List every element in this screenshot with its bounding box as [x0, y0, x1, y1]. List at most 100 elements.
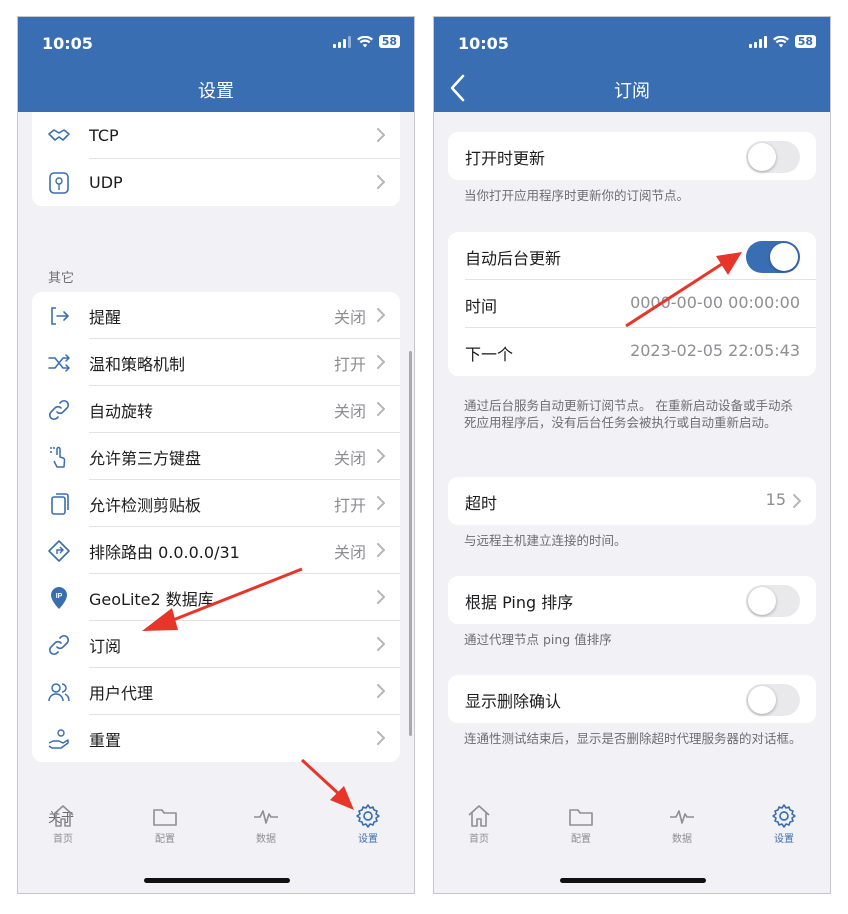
delete-confirm-footer: 连通性测试结束后，显示是否删除超时代理服务器的对话框。 [464, 731, 802, 746]
open-update-toggle[interactable] [746, 141, 800, 173]
tab-label: 配置 [155, 834, 175, 845]
clipboard-icon [46, 491, 72, 517]
settings-item-label: 温和策略机制 [89, 354, 186, 374]
network-item-label: UDP [89, 173, 123, 192]
status-time: 10:05 [42, 34, 93, 53]
auto-update-footer: 通过后台服务自动更新订阅节点。 在重新启动设备或手动杀死应用程序后，没有后台任务… [464, 398, 793, 430]
folder-icon [569, 809, 593, 826]
tab-folder[interactable]: 配置 [135, 803, 195, 845]
tab-label: 首页 [469, 834, 489, 845]
home-indicator [560, 878, 706, 883]
home-icon [468, 805, 490, 827]
chevron-right-icon [377, 308, 385, 322]
next-row: 下一个 2023-02-05 22:05:43 [448, 328, 816, 376]
delete-confirm-card: 显示删除确认 [448, 675, 816, 723]
settings-item-row[interactable]: 自动旋转 关闭 [32, 386, 400, 433]
tab-gear[interactable]: 设置 [754, 803, 814, 845]
handshake-icon [46, 123, 72, 149]
hand-tap-icon [46, 444, 72, 470]
tab-pulse[interactable]: 数据 [652, 803, 712, 845]
login-arrow-icon [46, 303, 72, 329]
reset-hand-icon [46, 726, 72, 752]
pulse-icon [254, 810, 278, 824]
chevron-right-icon [377, 128, 385, 142]
settings-item-row[interactable]: 提醒 关闭 [32, 292, 400, 339]
tab-label: 数据 [256, 834, 276, 845]
network-settings-card: TCP UDP [32, 112, 400, 206]
status-icons: 58 [748, 35, 816, 48]
page-title: 设置 [198, 81, 234, 102]
geo-pin-icon: IP [46, 585, 72, 611]
settings-item-label: 允许检测剪贴板 [89, 495, 202, 515]
chevron-right-icon [377, 355, 385, 369]
timeout-card: 超时 15 [448, 477, 816, 525]
chevron-right-icon [377, 175, 385, 189]
settings-item-row[interactable]: 允许检测剪贴板 打开 [32, 480, 400, 527]
settings-item-label: 允许第三方键盘 [89, 448, 202, 468]
tab-label: 首页 [53, 834, 73, 845]
status-icons: 58 [332, 35, 400, 48]
settings-item-row[interactable]: 用户代理 [32, 668, 400, 715]
auto-update-toggle[interactable] [746, 241, 800, 273]
timeout-label: 超时 [465, 494, 498, 513]
subscription-screen: 10:05 58 订阅 打开时更新 当你打开应用程序时更新你的订阅节点。 自动后… [433, 16, 831, 894]
tab-pulse[interactable]: 数据 [236, 803, 296, 845]
network-item-label: TCP [89, 126, 119, 145]
gear-icon [772, 804, 796, 828]
settings-item-row[interactable]: IP GeoLite2 数据库 [32, 574, 400, 621]
link-icon [46, 632, 72, 658]
ping-sort-label: 根据 Ping 排序 [465, 593, 574, 612]
settings-item-row[interactable]: 温和策略机制 打开 [32, 339, 400, 386]
tab-home[interactable]: 首页 [33, 803, 93, 845]
status-time: 10:05 [458, 34, 509, 53]
network-item-row[interactable]: UDP [32, 159, 400, 206]
chevron-right-icon [377, 590, 385, 604]
page-title: 订阅 [614, 81, 650, 102]
route-icon [46, 538, 72, 564]
chevron-right-icon [377, 637, 385, 651]
scrollbar[interactable] [409, 351, 412, 736]
delete-confirm-row[interactable]: 显示删除确认 [448, 675, 816, 723]
timeout-row[interactable]: 超时 15 [448, 477, 816, 525]
signal-icon [748, 35, 767, 48]
settings-item-label: 自动旋转 [89, 401, 154, 421]
network-item-row[interactable]: TCP [32, 112, 400, 159]
battery-icon: 58 [794, 35, 816, 48]
tab-label: 配置 [571, 834, 591, 845]
auto-update-row[interactable]: 自动后台更新 [448, 232, 816, 280]
settings-item-row[interactable]: 允许第三方键盘 关闭 [32, 433, 400, 480]
ping-sort-card: 根据 Ping 排序 [448, 576, 816, 624]
settings-item-label: 重置 [89, 730, 122, 750]
ping-sort-row[interactable]: 根据 Ping 排序 [448, 576, 816, 624]
open-update-card: 打开时更新 [448, 132, 816, 180]
settings-item-label: 用户代理 [89, 683, 154, 703]
battery-icon: 58 [378, 35, 400, 48]
wifi-icon [772, 35, 789, 47]
settings-item-value: 关闭 [333, 542, 366, 562]
settings-item-row[interactable]: 订阅 [32, 621, 400, 668]
pulse-icon [670, 810, 694, 824]
timeout-value: 15 [765, 490, 786, 509]
tab-label: 设置 [774, 834, 794, 845]
udp-icon [46, 170, 72, 196]
ping-sort-toggle[interactable] [746, 585, 800, 617]
chevron-right-icon [377, 449, 385, 463]
home-icon [52, 805, 74, 827]
svg-text:IP: IP [56, 593, 63, 600]
settings-item-row[interactable]: 排除路由 0.0.0.0/31 关闭 [32, 527, 400, 574]
open-update-label: 打开时更新 [465, 149, 546, 168]
tab-home[interactable]: 首页 [449, 803, 509, 845]
settings-item-value: 关闭 [333, 448, 366, 468]
chevron-right-icon [793, 494, 801, 508]
chevron-right-icon [377, 402, 385, 416]
time-label: 时间 [465, 297, 498, 316]
nav-bar: 10:05 58 设置 [18, 17, 414, 112]
settings-item-label: 订阅 [89, 636, 122, 656]
link-icon [46, 397, 72, 423]
delete-confirm-toggle[interactable] [746, 684, 800, 716]
settings-item-row[interactable]: 重置 [32, 715, 400, 762]
tab-folder[interactable]: 配置 [551, 803, 611, 845]
open-update-row[interactable]: 打开时更新 [448, 132, 816, 180]
gear-icon [356, 804, 380, 828]
tab-gear[interactable]: 设置 [338, 803, 398, 845]
